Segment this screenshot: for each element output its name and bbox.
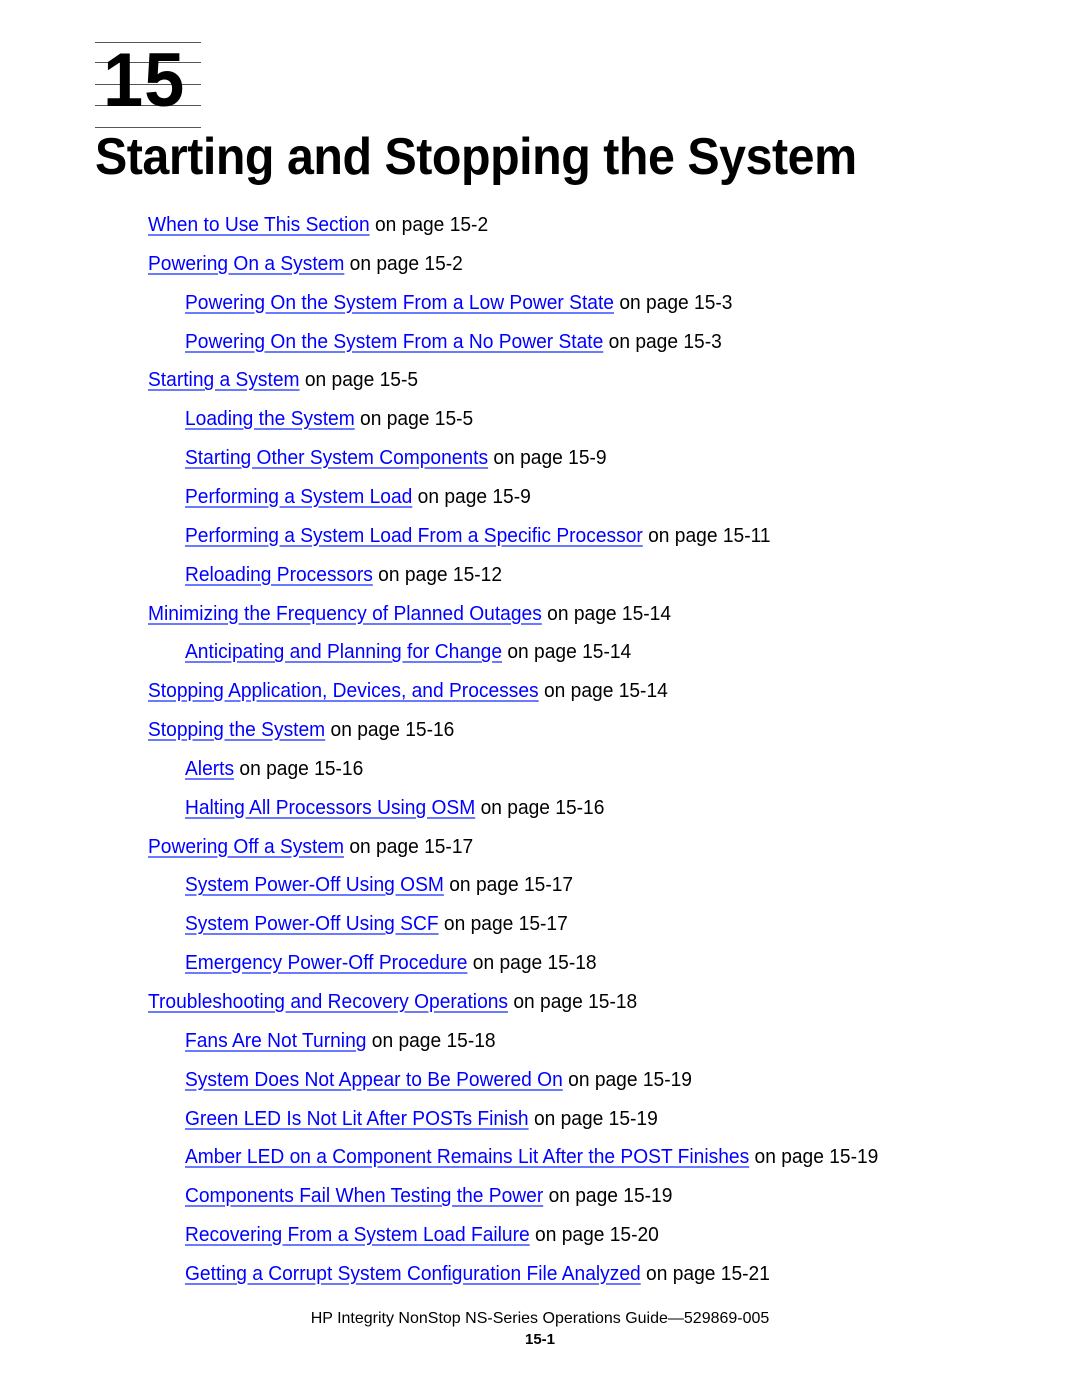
toc-entry: System Power-Off Using OSM on page 15-17	[185, 871, 573, 899]
toc-entry: Fans Are Not Turning on page 15-18	[185, 1027, 496, 1055]
toc-link[interactable]: System Power-Off Using OSM	[185, 874, 444, 896]
toc-page-reference: on page 15-18	[467, 952, 597, 975]
toc-link[interactable]: Powering On a System	[148, 253, 344, 275]
toc-entry: System Power-Off Using SCF on page 15-17	[185, 910, 568, 938]
toc-page-reference: on page 15-14	[502, 641, 632, 664]
toc-page-reference: on page 15-2	[344, 252, 463, 275]
toc-page-reference: on page 15-17	[443, 874, 574, 897]
toc-entry: Amber LED on a Component Remains Lit Aft…	[185, 1143, 878, 1171]
toc-link[interactable]: Amber LED on a Component Remains Lit Aft…	[185, 1146, 749, 1168]
toc-entry: Emergency Power-Off Procedure on page 15…	[185, 949, 597, 977]
toc-entry: Stopping Application, Devices, and Proce…	[148, 677, 668, 705]
toc-entry: Reloading Processors on page 15-12	[185, 561, 502, 589]
toc-page-reference: on page 15-12	[372, 563, 503, 586]
toc-page-reference: on page 15-16	[234, 757, 364, 780]
toc-link[interactable]: Components Fail When Testing the Power	[185, 1185, 543, 1207]
toc-link[interactable]: Performing a System Load From a Specific…	[185, 525, 643, 547]
toc-entry: Starting Other System Components on page…	[185, 444, 607, 472]
toc-page-reference: on page 15-19	[749, 1146, 879, 1169]
toc-link[interactable]: Getting a Corrupt System Configuration F…	[185, 1263, 641, 1285]
toc-link[interactable]: Powering On the System From a No Power S…	[185, 331, 603, 353]
toc-link[interactable]: Fans Are Not Turning	[185, 1030, 366, 1052]
toc-link[interactable]: Emergency Power-Off Procedure	[185, 952, 467, 974]
toc-page-reference: on page 15-9	[412, 485, 531, 508]
toc-entry: Recovering From a System Load Failure on…	[185, 1221, 659, 1249]
footer-document-title: HP Integrity NonStop NS-Series Operation…	[310, 1310, 770, 1327]
toc-page-reference: on page 15-16	[325, 719, 455, 742]
toc-link[interactable]: Alerts	[185, 758, 234, 780]
toc-page-reference: on page 15-11	[642, 524, 771, 547]
toc-page-reference: on page 15-21	[640, 1262, 770, 1285]
toc-entry: Powering On the System From a Low Power …	[185, 289, 732, 317]
toc-page-reference: on page 15-5	[354, 408, 474, 431]
chapter-title: Starting and Stopping the System	[95, 128, 857, 186]
toc-entry: Powering Off a System on page 15-17	[148, 833, 473, 861]
toc-page-reference: on page 15-2	[369, 214, 489, 236]
toc-entry: Halting All Processors Using OSM on page…	[185, 794, 604, 822]
toc-link[interactable]: Starting a System	[148, 369, 300, 391]
toc-page-reference: on page 15-19	[562, 1068, 692, 1091]
toc-entry: Starting a System on page 15-5	[148, 366, 418, 394]
toc-link[interactable]: Reloading Processors	[185, 564, 373, 586]
toc-link[interactable]: Starting Other System Components	[185, 447, 488, 469]
toc-entry: When to Use This Section on page 15-2	[148, 211, 488, 239]
toc-link[interactable]: Troubleshooting and Recovery Operations	[148, 991, 508, 1013]
toc-entry: Stopping the System on page 15-16	[148, 716, 454, 744]
toc-page-reference: on page 15-16	[475, 796, 605, 819]
toc-entry: Powering On a System on page 15-2	[148, 250, 463, 278]
toc-link[interactable]: When to Use This Section	[148, 214, 370, 236]
toc-entry: Loading the System on page 15-5	[185, 405, 473, 433]
chapter-number: 15	[103, 38, 186, 123]
toc-entry: Powering On the System From a No Power S…	[185, 328, 722, 356]
toc-page-reference: on page 15-20	[529, 1224, 659, 1247]
toc-link[interactable]: Powering On the System From a Low Power …	[185, 292, 614, 314]
toc-link[interactable]: Loading the System	[185, 408, 355, 430]
toc-page-reference: on page 15-14	[538, 680, 668, 703]
toc-page-reference: on page 15-18	[508, 991, 638, 1013]
toc-page-reference: on page 15-14	[541, 602, 672, 625]
toc-link[interactable]: Halting All Processors Using OSM	[185, 797, 475, 819]
toc-entry: Performing a System Load on page 15-9	[185, 483, 531, 511]
toc-link[interactable]: Green LED Is Not Lit After POSTs Finish	[185, 1108, 529, 1130]
toc-page-reference: on page 15-9	[488, 447, 607, 470]
toc-entry: Minimizing the Frequency of Planned Outa…	[148, 600, 671, 628]
toc-page-reference: on page 15-17	[344, 835, 474, 858]
toc-page-reference: on page 15-18	[366, 1029, 496, 1052]
toc-link[interactable]: Minimizing the Frequency of Planned Outa…	[148, 603, 542, 625]
toc-page-reference: on page 15-3	[603, 330, 722, 353]
toc-entry: Performing a System Load From a Specific…	[185, 522, 771, 550]
toc-entry: Getting a Corrupt System Configuration F…	[185, 1260, 770, 1288]
toc-page-reference: on page 15-19	[543, 1185, 673, 1208]
toc-page-reference: on page 15-19	[528, 1107, 658, 1130]
toc-entry: Alerts on page 15-16	[185, 755, 363, 783]
toc-entry: System Does Not Appear to Be Powered On …	[185, 1066, 692, 1094]
toc-entry: Components Fail When Testing the Power o…	[185, 1182, 672, 1210]
toc-page-reference: on page 15-5	[299, 369, 419, 392]
footer-page-number: 15-1	[524, 1331, 556, 1348]
toc-entry: Troubleshooting and Recovery Operations …	[148, 988, 637, 1016]
toc-link[interactable]: Anticipating and Planning for Change	[185, 641, 502, 663]
toc-page-reference: on page 15-17	[438, 913, 568, 936]
toc-link[interactable]: System Does Not Appear to Be Powered On	[185, 1069, 563, 1091]
toc-link[interactable]: Performing a System Load	[185, 486, 412, 508]
toc-link[interactable]: System Power-Off Using SCF	[185, 913, 439, 935]
toc-page-reference: on page 15-3	[613, 291, 733, 314]
toc-link[interactable]: Stopping the System	[148, 719, 325, 741]
toc-link[interactable]: Powering Off a System	[148, 836, 344, 858]
toc-link[interactable]: Stopping Application, Devices, and Proce…	[148, 680, 539, 702]
toc-entry: Green LED Is Not Lit After POSTs Finish …	[185, 1105, 658, 1133]
toc-entry: Anticipating and Planning for Change on …	[185, 638, 631, 666]
toc-link[interactable]: Recovering From a System Load Failure	[185, 1224, 530, 1246]
